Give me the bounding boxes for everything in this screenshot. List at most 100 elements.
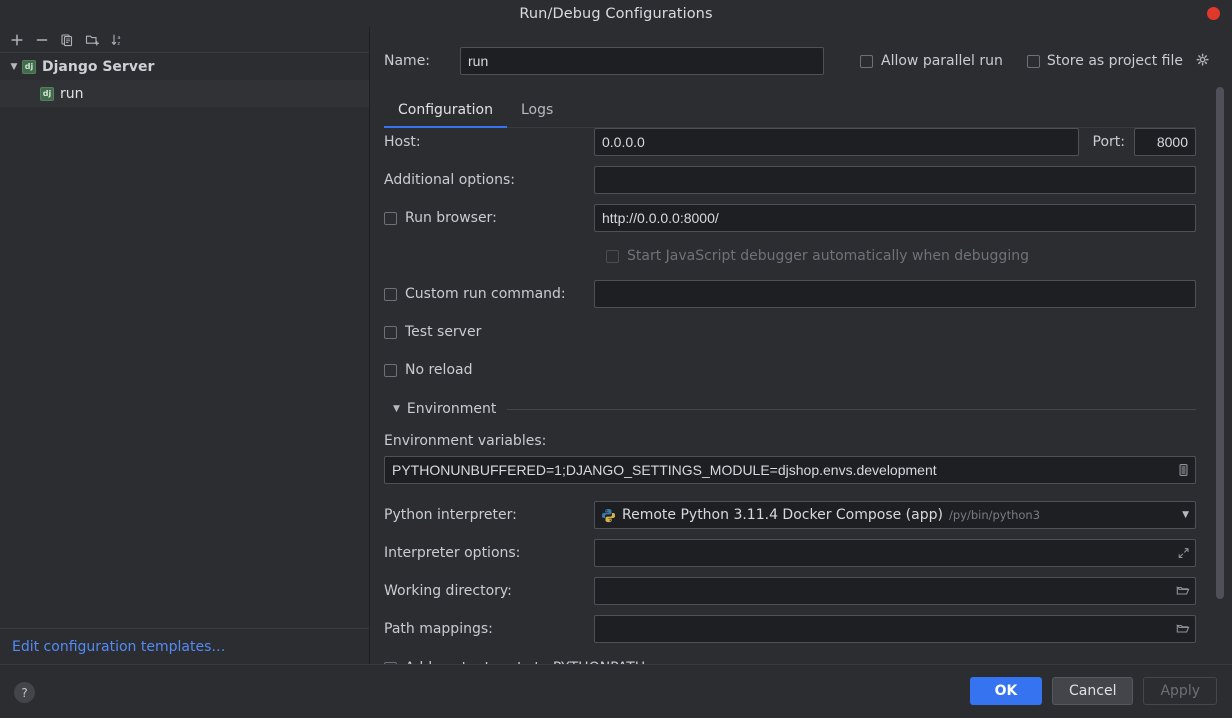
run-browser-label: Run browser: (405, 210, 497, 226)
store-as-project-file-checkbox[interactable] (1026, 54, 1040, 68)
gear-icon[interactable] (1196, 52, 1210, 71)
host-row: Host: Port: (384, 123, 1196, 161)
run-browser-url-wrap (594, 204, 1196, 232)
test-server-checkbox[interactable] (384, 325, 397, 339)
env-edit-icon[interactable] (1177, 463, 1190, 477)
start-js-debugger-checkbox[interactable] (606, 249, 619, 263)
interpreter-options-row: Interpreter options: (384, 534, 1196, 572)
path-mappings-field-wrap (594, 615, 1196, 643)
name-input[interactable] (460, 47, 824, 75)
environment-variables-field-wrap (384, 456, 1196, 484)
working-directory-row: Working directory: (384, 572, 1196, 610)
interpreter-options-label: Interpreter options: (384, 545, 521, 561)
svg-text:z: z (117, 41, 120, 47)
django-icon: dj (22, 59, 36, 74)
working-directory-input[interactable] (594, 577, 1196, 605)
apply-button: Apply (1143, 677, 1217, 705)
scrollbar-thumb[interactable] (1216, 87, 1224, 599)
window-titlebar: Run/Debug Configurations (0, 0, 1232, 27)
additional-options-row: Additional options: (384, 161, 1196, 199)
environment-variables-input[interactable] (384, 456, 1196, 484)
test-server-label: Test server (405, 324, 482, 340)
working-directory-field-wrap (594, 577, 1196, 605)
host-field-wrap (594, 128, 1079, 156)
run-browser-row: Run browser: (384, 199, 1196, 237)
tree-group-django-server[interactable]: ▼ dj Django Server (0, 53, 369, 80)
test-server-option[interactable]: Test server (384, 324, 594, 340)
plus-icon[interactable] (5, 29, 29, 51)
start-js-debugger-label: Start JavaScript debugger automatically … (627, 248, 1029, 264)
allow-parallel-run-label: Allow parallel run (881, 53, 1003, 69)
tree-item-label: run (60, 85, 84, 102)
django-icon: dj (40, 86, 54, 101)
chevron-down-icon[interactable]: ▼ (393, 404, 400, 414)
custom-run-command-option[interactable]: Custom run command: (384, 286, 594, 302)
tree-item-run[interactable]: dj run (0, 80, 369, 107)
sidebar-toolbar: a z (0, 27, 369, 53)
python-interpreter-row: Python interpreter: Remote Python 3.11.4… (384, 496, 1196, 534)
port-input[interactable] (1134, 128, 1196, 156)
configuration-form-scroll: Host: Port: Additional options: Run brow… (371, 115, 1232, 691)
additional-options-input[interactable] (594, 166, 1196, 194)
chevron-down-icon[interactable]: ▼ (1182, 510, 1189, 520)
no-reload-option[interactable]: No reload (384, 362, 594, 378)
run-browser-option[interactable]: Run browser: (384, 210, 594, 226)
help-icon[interactable]: ? (14, 682, 35, 703)
close-icon[interactable] (1207, 7, 1220, 20)
python-interpreter-value: Remote Python 3.11.4 Docker Compose (app… (622, 507, 943, 523)
scrollbar-track[interactable] (1216, 83, 1224, 683)
store-as-project-file-option[interactable]: Store as project file (1026, 52, 1210, 71)
environment-variables-label: Environment variables: (384, 433, 547, 449)
python-interpreter-combo[interactable]: Remote Python 3.11.4 Docker Compose (app… (594, 501, 1196, 529)
custom-run-command-input[interactable] (594, 280, 1196, 308)
dialog-buttons: OK Cancel Apply (970, 677, 1217, 705)
test-server-row: Test server (384, 313, 1196, 351)
python-interpreter-label: Python interpreter: (384, 507, 517, 523)
custom-run-command-row: Custom run command: (384, 275, 1196, 313)
minus-icon[interactable] (30, 29, 54, 51)
configuration-form: Host: Port: Additional options: Run brow… (384, 123, 1196, 676)
cancel-button[interactable]: Cancel (1052, 677, 1134, 705)
sort-alphabetical-icon[interactable]: a z (105, 29, 129, 51)
store-as-project-file-label: Store as project file (1046, 53, 1183, 69)
run-browser-url-input[interactable] (594, 204, 1196, 232)
interpreter-options-input[interactable] (594, 539, 1196, 567)
environment-section-title: Environment (406, 401, 497, 417)
tree-group-label: Django Server (42, 58, 155, 75)
custom-run-command-label: Custom run command: (405, 286, 566, 302)
host-input[interactable] (594, 128, 1079, 156)
allow-parallel-run-checkbox[interactable] (860, 54, 873, 68)
edit-configuration-templates[interactable]: Edit configuration templates… (0, 628, 369, 664)
window-title: Run/Debug Configurations (519, 5, 713, 22)
additional-options-field-wrap (594, 166, 1196, 194)
dialog-footer: ? OK Cancel Apply (0, 664, 1232, 718)
expand-icon[interactable] (1177, 547, 1190, 560)
configuration-editor: Name: Allow parallel run Store as projec… (371, 27, 1232, 676)
port-label: Port: (1092, 134, 1125, 150)
path-mappings-input[interactable] (594, 615, 1196, 643)
custom-run-command-field-wrap (594, 280, 1196, 308)
name-row: Name: Allow parallel run Store as projec… (384, 46, 1232, 76)
configuration-tree: ▼ dj Django Server dj run (0, 53, 369, 107)
allow-parallel-run-option[interactable]: Allow parallel run (860, 53, 1003, 69)
no-reload-label: No reload (405, 362, 473, 378)
additional-options-label: Additional options: (384, 172, 516, 188)
start-js-debugger-option[interactable]: Start JavaScript debugger automatically … (606, 248, 1029, 264)
chevron-down-icon[interactable]: ▼ (6, 62, 22, 72)
ok-button[interactable]: OK (970, 677, 1043, 705)
configurations-sidebar: a z ▼ dj Django Server dj run Edit confi… (0, 27, 370, 664)
path-mappings-label: Path mappings: (384, 621, 493, 637)
folder-icon[interactable] (1176, 623, 1190, 636)
folder-icon[interactable] (1176, 585, 1190, 598)
no-reload-checkbox[interactable] (384, 363, 397, 377)
host-label: Host: (384, 134, 421, 150)
edit-configuration-templates-link[interactable]: Edit configuration templates… (12, 639, 225, 655)
section-divider (507, 408, 1196, 410)
custom-run-command-checkbox[interactable] (384, 287, 397, 301)
name-label: Name: (384, 53, 431, 69)
copy-icon[interactable] (55, 29, 79, 51)
environment-section-header[interactable]: ▼ Environment (384, 401, 1196, 417)
start-js-debugger-row: Start JavaScript debugger automatically … (384, 237, 1196, 275)
folder-add-icon[interactable] (80, 29, 104, 51)
run-browser-checkbox[interactable] (384, 211, 397, 225)
